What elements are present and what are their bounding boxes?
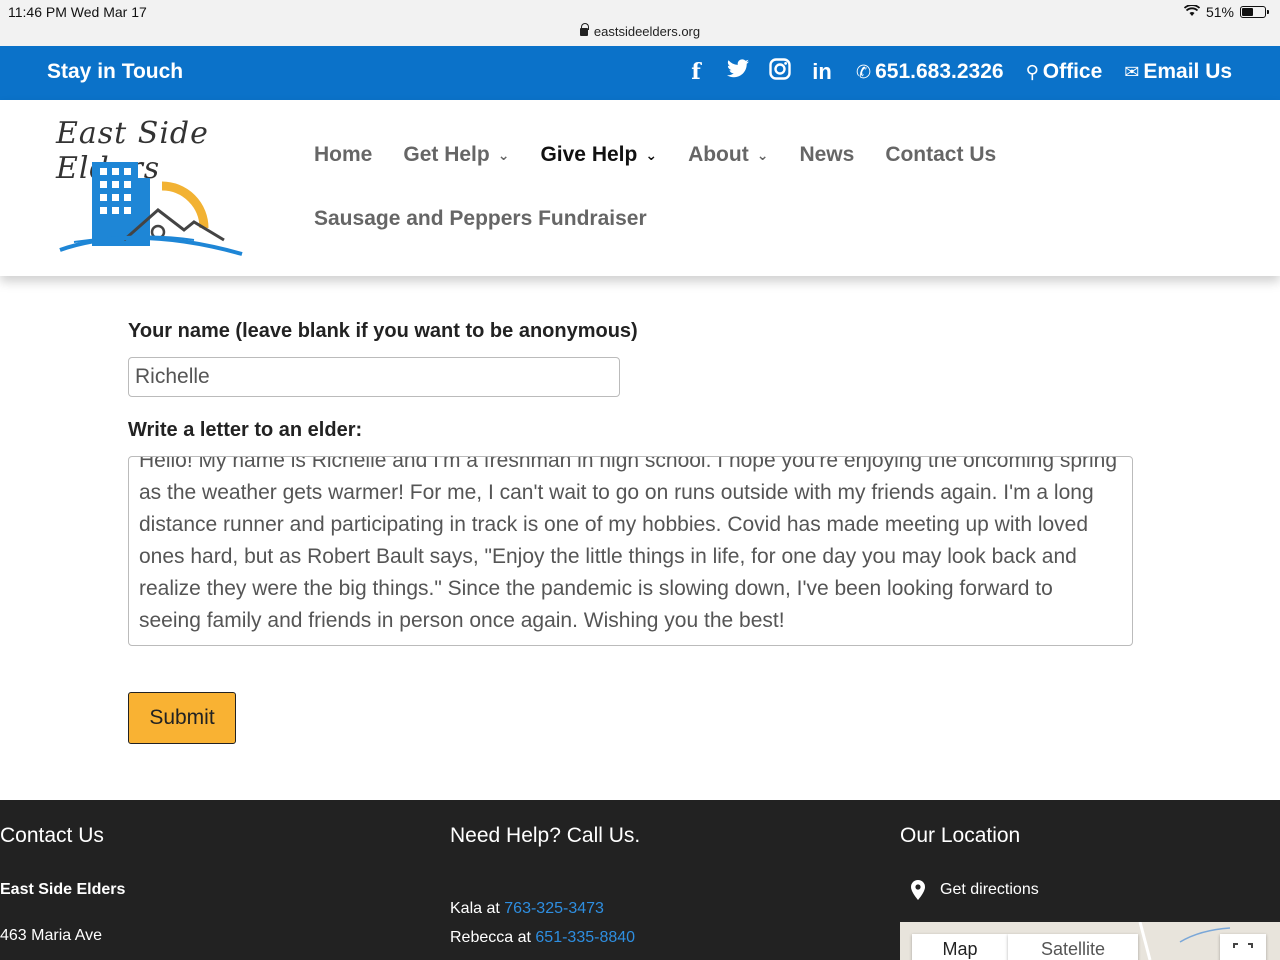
- status-right: 51%: [1183, 4, 1269, 20]
- satellite-tab[interactable]: Satellite: [1008, 934, 1138, 960]
- letter-label: Write a letter to an elder:: [128, 419, 363, 441]
- nav-label: About: [688, 143, 749, 166]
- browser-status-bar: 11:46 PM Wed Mar 17 eastsideelders.org 5…: [0, 0, 1280, 46]
- kala-prefix: Kala at: [450, 900, 505, 917]
- social-links: f in: [684, 58, 834, 86]
- wifi-icon: [1183, 4, 1201, 20]
- footer-kala: Kala at 763-325-3473: [450, 900, 604, 918]
- footer-rebecca: Rebecca at 651-335-8840: [450, 929, 635, 947]
- submit-button[interactable]: Submit: [128, 692, 236, 744]
- envelope-icon: ✉: [1124, 62, 1140, 82]
- nav-give-help[interactable]: Give Help ⌄: [540, 143, 657, 167]
- nav-home[interactable]: Home: [314, 143, 372, 167]
- twitter-icon[interactable]: [726, 59, 750, 85]
- main-nav: Home Get Help ⌄ Give Help ⌄ About ⌄ News Co…: [314, 140, 1074, 268]
- nav-label: Sausage and Peppers Fundraiser: [314, 207, 647, 230]
- office-label: Office: [1042, 60, 1103, 83]
- get-directions-link[interactable]: Get directions: [910, 880, 1039, 900]
- nav-label: Contact Us: [885, 143, 997, 166]
- map-pin-icon: [911, 880, 925, 900]
- kala-phone-link[interactable]: 763-325-3473: [504, 900, 604, 917]
- name-label: Your name (leave blank if you want to be…: [128, 320, 638, 342]
- instagram-icon[interactable]: [768, 58, 792, 86]
- stay-in-touch: Stay in Touch: [47, 60, 184, 83]
- battery-icon: [1240, 6, 1269, 18]
- rebecca-phone-link[interactable]: 651-335-8840: [535, 929, 635, 946]
- chevron-down-icon: ⌄: [497, 146, 510, 163]
- nav-label: Give Help: [540, 143, 638, 166]
- site-header: East Side Elders Home Get Help ⌄ Give Hel…: [0, 100, 1280, 276]
- footer-org-name: East Side Elders: [0, 881, 126, 898]
- top-bar: Stay in Touch f in ✆ 651.683.2326 ⚲ Office…: [0, 46, 1280, 100]
- office-link[interactable]: ⚲ Office: [1026, 60, 1103, 84]
- letter-text: Hello! My name is Richelle and I'm a fre…: [139, 456, 1118, 632]
- footer-help-title: Need Help? Call Us.: [450, 824, 641, 847]
- nav-label: Get Help: [403, 143, 490, 166]
- url-text: eastsideelders.org: [593, 24, 701, 39]
- nav-contact-us[interactable]: Contact Us: [885, 143, 996, 167]
- top-contacts: ✆ 651.683.2326 ⚲ Office ✉ Email Us: [856, 60, 1232, 84]
- nav-news[interactable]: News: [799, 143, 854, 167]
- rebecca-prefix: Rebecca at: [450, 929, 536, 946]
- map-tab[interactable]: Map: [912, 934, 1008, 960]
- phone-icon: ✆: [856, 62, 872, 82]
- facebook-icon[interactable]: f: [684, 59, 708, 85]
- nav-label: News: [799, 143, 855, 166]
- footer-location-title: Our Location: [900, 824, 1021, 847]
- nav-about[interactable]: About ⌄: [688, 143, 768, 167]
- email-label: Email Us: [1143, 60, 1233, 83]
- email-link[interactable]: ✉ Email Us: [1124, 60, 1232, 84]
- directions-label: Get directions: [940, 881, 1039, 898]
- nav-get-help[interactable]: Get Help ⌄: [403, 143, 509, 167]
- nav-label: Home: [314, 143, 373, 166]
- map-pin-icon: ⚲: [1025, 62, 1039, 82]
- site-logo[interactable]: East Side Elders: [44, 114, 270, 262]
- lock-icon: [579, 23, 589, 36]
- chevron-down-icon: ⌄: [645, 146, 658, 163]
- letter-textarea[interactable]: Hello! My name is Richelle and I'm a fre…: [128, 456, 1133, 646]
- phone-number: 651.683.2326: [875, 60, 1004, 83]
- linkedin-icon[interactable]: in: [810, 59, 834, 85]
- logo-graphic-icon: [59, 162, 243, 256]
- location-map[interactable]: Map Satellite: [900, 922, 1280, 960]
- battery-percent: 51%: [1205, 4, 1234, 20]
- footer-address: 463 Maria Ave: [0, 927, 102, 944]
- fullscreen-icon[interactable]: [1220, 934, 1266, 960]
- status-time: 11:46 PM Wed Mar 17: [8, 4, 147, 20]
- nav-fundraiser[interactable]: Sausage and Peppers Fundraiser: [314, 207, 647, 231]
- footer-contact-title: Contact Us: [0, 824, 104, 847]
- chevron-down-icon: ⌄: [756, 146, 769, 163]
- url-bar[interactable]: eastsideelders.org: [0, 23, 1280, 39]
- phone-link[interactable]: ✆ 651.683.2326: [856, 60, 1004, 84]
- name-input[interactable]: [128, 357, 620, 397]
